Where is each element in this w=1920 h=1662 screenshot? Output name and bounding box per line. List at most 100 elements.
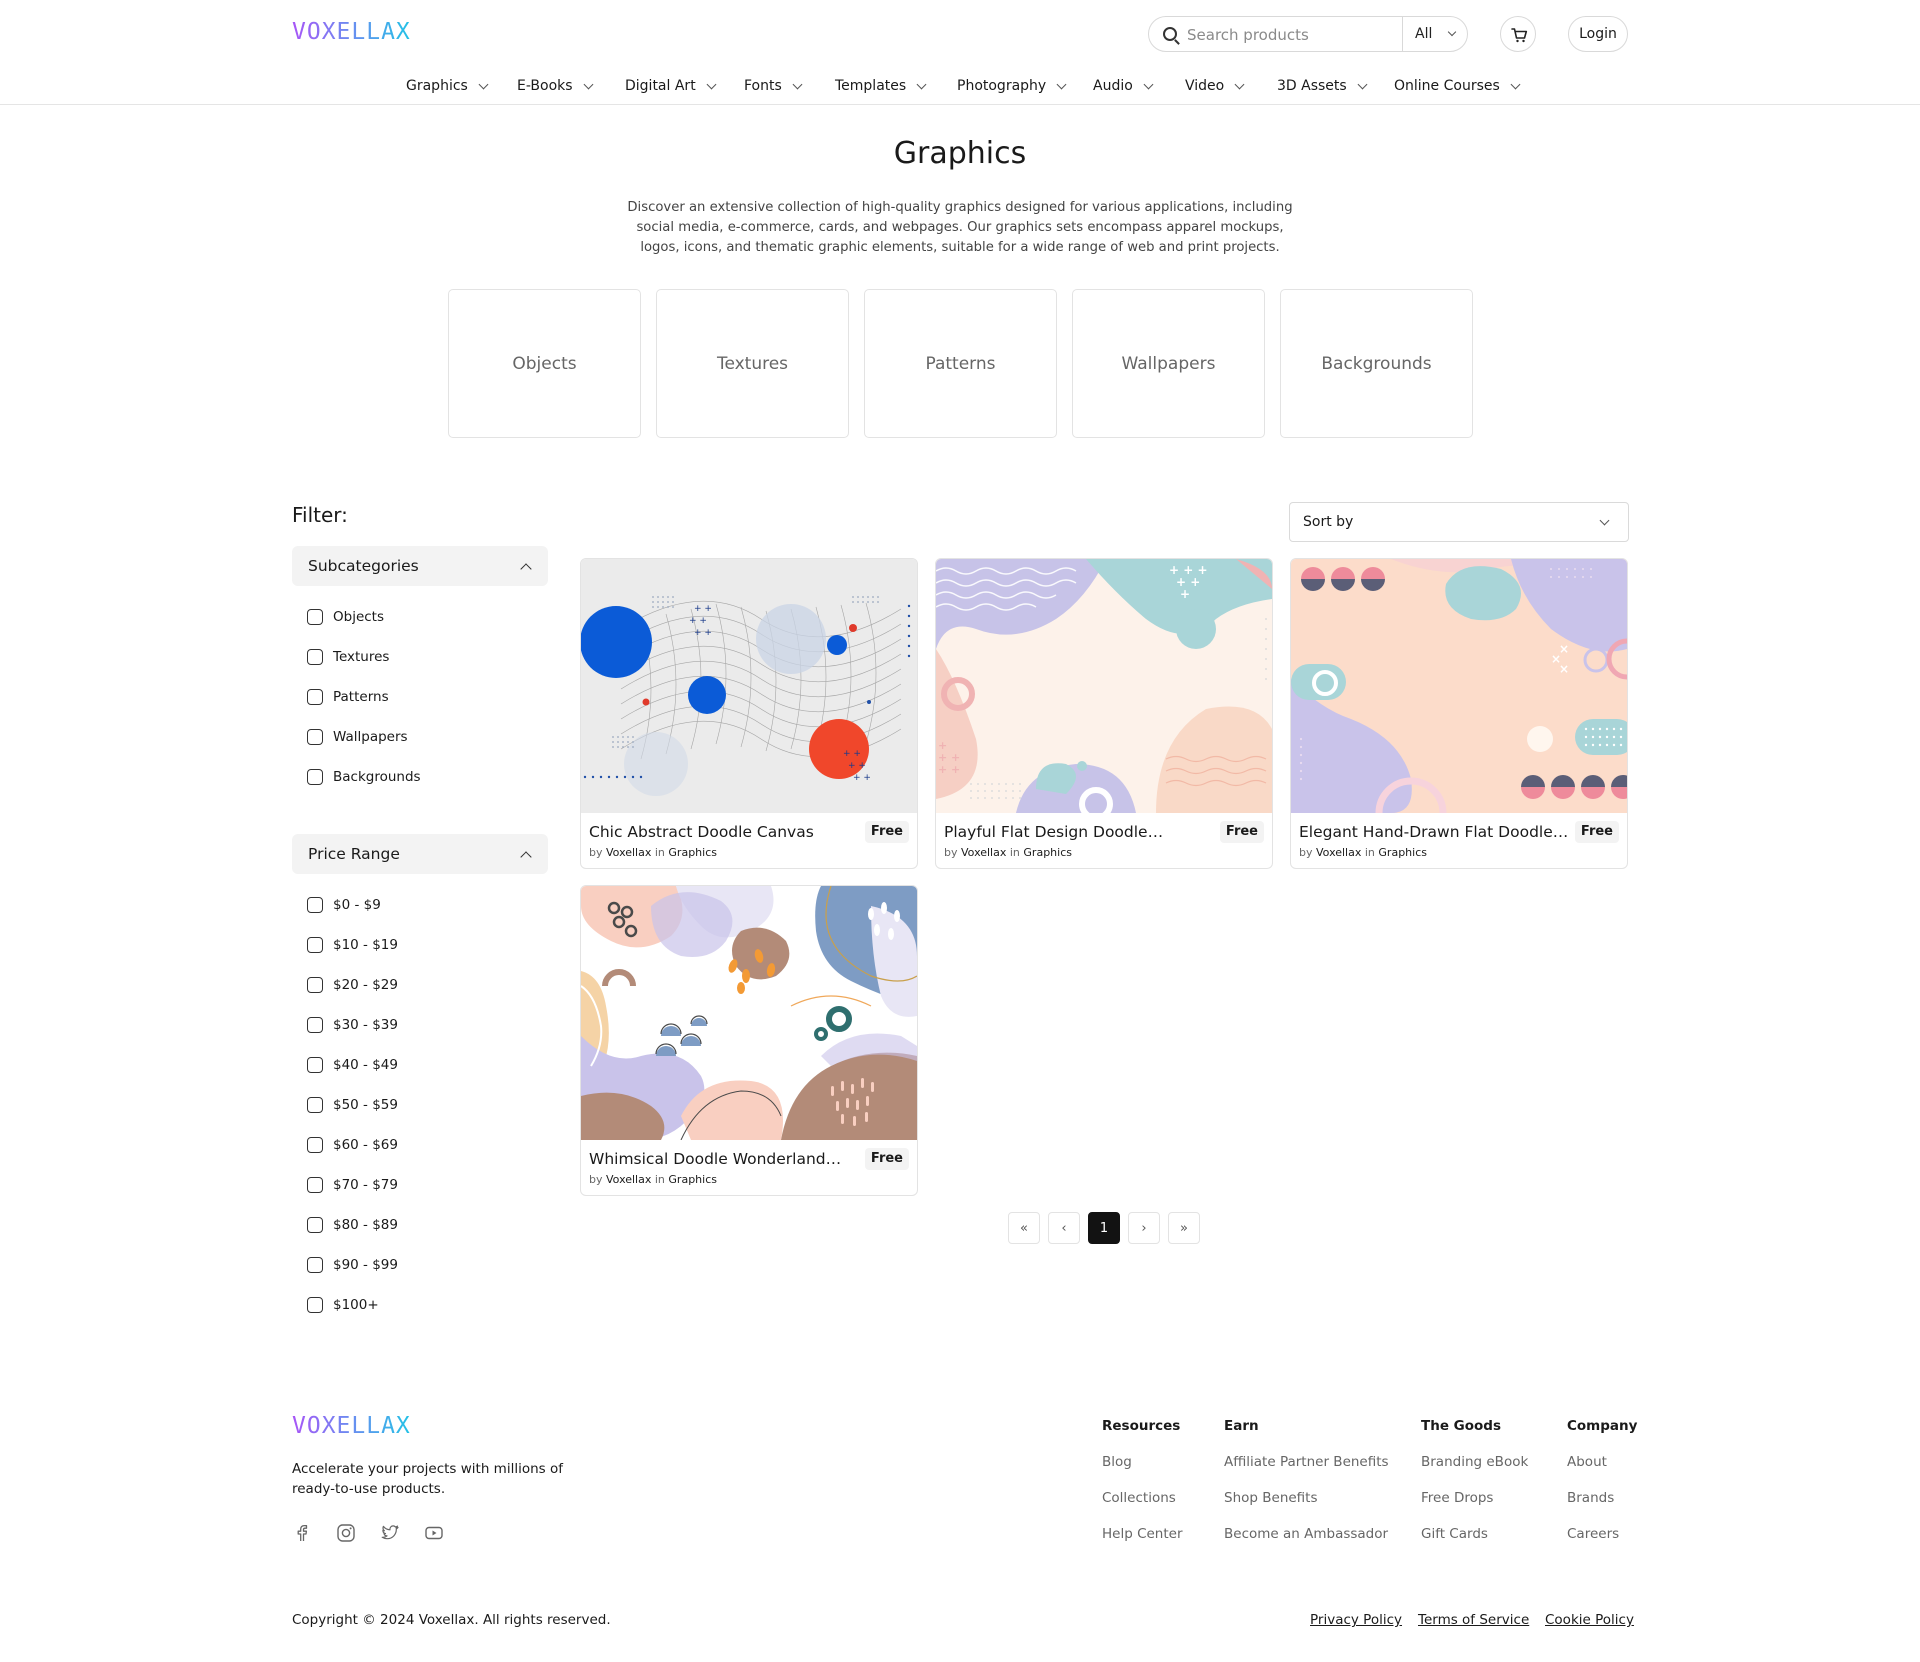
sort-select[interactable]: Sort by xyxy=(1289,502,1629,542)
checkbox[interactable] xyxy=(307,937,323,953)
filter-price-0-9[interactable]: $0 - $9 xyxy=(307,897,381,913)
product-thumbnail[interactable]: + + + + + + + + + + + xyxy=(936,559,1272,813)
privacy-policy-link[interactable]: Privacy Policy xyxy=(1310,1612,1402,1628)
filter-price-50-59[interactable]: $50 - $59 xyxy=(307,1097,398,1113)
product-name[interactable]: Whimsical Doodle Wonderland… xyxy=(589,1150,841,1168)
filter-price-30-39[interactable]: $30 - $39 xyxy=(307,1017,398,1033)
filter-price-40-49[interactable]: $40 - $49 xyxy=(307,1057,398,1073)
product-name[interactable]: Playful Flat Design Doodle… xyxy=(944,823,1163,841)
checkbox[interactable] xyxy=(307,729,323,745)
category-card-backgrounds[interactable]: Backgrounds xyxy=(1280,289,1473,438)
category-link[interactable]: Graphics xyxy=(668,1173,717,1186)
category-card-wallpapers[interactable]: Wallpapers xyxy=(1072,289,1265,438)
checkbox[interactable] xyxy=(307,1177,323,1193)
checkbox[interactable] xyxy=(307,1097,323,1113)
checkbox[interactable] xyxy=(307,609,323,625)
checkbox[interactable] xyxy=(307,977,323,993)
category-link[interactable]: Graphics xyxy=(1378,846,1427,859)
cookie-policy-link[interactable]: Cookie Policy xyxy=(1545,1612,1634,1628)
author-link[interactable]: Voxellax xyxy=(606,1173,651,1186)
pagination-page-current[interactable]: 1 xyxy=(1088,1212,1120,1244)
checkbox[interactable] xyxy=(307,1137,323,1153)
category-link[interactable]: Graphics xyxy=(1023,846,1072,859)
category-card-objects[interactable]: Objects xyxy=(448,289,641,438)
footer-link-brands[interactable]: Brands xyxy=(1567,1490,1614,1506)
footer-link-ambassador[interactable]: Become an Ambassador xyxy=(1224,1526,1388,1542)
instagram-icon[interactable] xyxy=(336,1523,356,1543)
author-link[interactable]: Voxellax xyxy=(1316,846,1361,859)
checkbox[interactable] xyxy=(307,1297,323,1313)
checkbox[interactable] xyxy=(307,897,323,913)
nav-item-3d-assets[interactable]: 3D Assets xyxy=(1277,78,1368,94)
nav-item-digital-art[interactable]: Digital Art xyxy=(625,78,717,94)
terms-of-service-link[interactable]: Terms of Service xyxy=(1418,1612,1529,1628)
filter-subcategory-wallpapers[interactable]: Wallpapers xyxy=(307,729,408,745)
checkbox[interactable] xyxy=(307,1057,323,1073)
checkbox[interactable] xyxy=(307,1217,323,1233)
checkbox[interactable] xyxy=(307,689,323,705)
checkbox[interactable] xyxy=(307,1017,323,1033)
product-card[interactable]: + + + + + + + + + + + Playful Flat Design Do… xyxy=(935,558,1273,869)
footer-link-about[interactable]: About xyxy=(1567,1454,1607,1470)
twitter-icon[interactable] xyxy=(380,1523,400,1543)
product-thumbnail[interactable]: × × × xyxy=(1291,559,1627,813)
filter-price-100-plus[interactable]: $100+ xyxy=(307,1297,379,1313)
facebook-icon[interactable] xyxy=(292,1523,312,1543)
product-name[interactable]: Chic Abstract Doodle Canvas xyxy=(589,823,814,841)
category-link[interactable]: Graphics xyxy=(668,846,717,859)
footer-link-help-center[interactable]: Help Center xyxy=(1102,1526,1183,1542)
footer-link-careers[interactable]: Careers xyxy=(1567,1526,1619,1542)
footer-link-free-drops[interactable]: Free Drops xyxy=(1421,1490,1493,1506)
nav-item-audio[interactable]: Audio xyxy=(1093,78,1154,94)
nav-item-fonts[interactable]: Fonts xyxy=(744,78,803,94)
cart-button[interactable] xyxy=(1500,16,1536,52)
filter-subcategory-backgrounds[interactable]: Backgrounds xyxy=(307,769,421,785)
checkbox[interactable] xyxy=(307,649,323,665)
nav-item-templates[interactable]: Templates xyxy=(835,78,927,94)
nav-item-online-courses[interactable]: Online Courses xyxy=(1394,78,1521,94)
footer-link-affiliate[interactable]: Affiliate Partner Benefits xyxy=(1224,1454,1389,1470)
author-link[interactable]: Voxellax xyxy=(606,846,651,859)
footer-link-shop-benefits[interactable]: Shop Benefits xyxy=(1224,1490,1318,1506)
category-card-patterns[interactable]: Patterns xyxy=(864,289,1057,438)
filter-subcategory-textures[interactable]: Textures xyxy=(307,649,389,665)
pagination-next-button[interactable]: › xyxy=(1128,1212,1160,1244)
author-link[interactable]: Voxellax xyxy=(961,846,1006,859)
product-card[interactable]: × × × Elegant Hand-Drawn Flat Doodle… Free… xyxy=(1290,558,1628,869)
pagination-first-button[interactable]: « xyxy=(1008,1212,1040,1244)
footer-logo[interactable]: VOXELLAX xyxy=(292,1413,411,1439)
filter-subcategory-patterns[interactable]: Patterns xyxy=(307,689,389,705)
product-name[interactable]: Elegant Hand-Drawn Flat Doodle… xyxy=(1299,823,1568,841)
brand-logo[interactable]: VOXELLAX xyxy=(292,19,411,45)
filter-price-20-29[interactable]: $20 - $29 xyxy=(307,977,398,993)
subcategories-accordion-header[interactable]: Subcategories xyxy=(292,546,548,586)
footer-link-branding-ebook[interactable]: Branding eBook xyxy=(1421,1454,1528,1470)
footer-link-blog[interactable]: Blog xyxy=(1102,1454,1132,1470)
product-card[interactable]: + + + + + + + + + + + + Chic Abstract Do… xyxy=(580,558,918,869)
product-thumbnail[interactable] xyxy=(581,886,917,1140)
filter-price-80-89[interactable]: $80 - $89 xyxy=(307,1217,398,1233)
footer-link-collections[interactable]: Collections xyxy=(1102,1490,1176,1506)
footer-link-gift-cards[interactable]: Gift Cards xyxy=(1421,1526,1488,1542)
filter-price-60-69[interactable]: $60 - $69 xyxy=(307,1137,398,1153)
search-input[interactable] xyxy=(1187,25,1347,45)
category-card-textures[interactable]: Textures xyxy=(656,289,849,438)
filter-subcategory-objects[interactable]: Objects xyxy=(307,609,384,625)
nav-item-graphics[interactable]: Graphics xyxy=(406,78,489,94)
nav-item-ebooks[interactable]: E-Books xyxy=(517,78,593,94)
price-range-accordion-header[interactable]: Price Range xyxy=(292,834,548,874)
pagination-last-button[interactable]: » xyxy=(1168,1212,1200,1244)
nav-item-photography[interactable]: Photography xyxy=(957,78,1067,94)
filter-price-90-99[interactable]: $90 - $99 xyxy=(307,1257,398,1273)
pagination-prev-button[interactable]: ‹ xyxy=(1048,1212,1080,1244)
product-thumbnail[interactable]: + + + + + + + + + + + + xyxy=(581,559,917,813)
product-card[interactable]: Whimsical Doodle Wonderland… Free by Vox… xyxy=(580,885,918,1196)
filter-price-10-19[interactable]: $10 - $19 xyxy=(307,937,398,953)
nav-item-video[interactable]: Video xyxy=(1185,78,1245,94)
filter-price-70-79[interactable]: $70 - $79 xyxy=(307,1177,398,1193)
checkbox[interactable] xyxy=(307,769,323,785)
login-button[interactable]: Login xyxy=(1568,16,1628,52)
checkbox[interactable] xyxy=(307,1257,323,1273)
youtube-icon[interactable] xyxy=(424,1523,444,1543)
search-category-select[interactable]: All xyxy=(1415,26,1457,42)
